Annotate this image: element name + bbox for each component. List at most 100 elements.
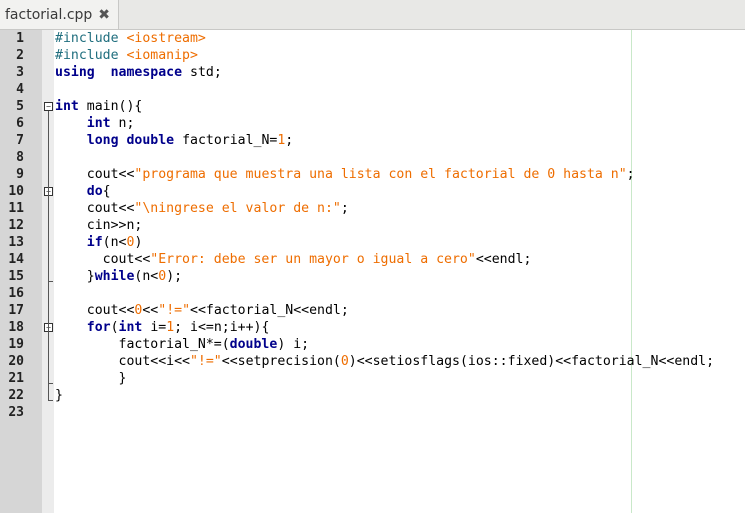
code-line[interactable]: 3 using namespace std; <box>0 64 745 81</box>
code-text[interactable]: int n; <box>55 115 135 132</box>
code-line[interactable]: 9 cout<<"programa que muestra una lista … <box>0 166 745 183</box>
code-token: cout<< <box>55 167 135 182</box>
code-text[interactable]: } <box>55 387 63 404</box>
code-line[interactable]: 2 #include <iomanip> <box>0 47 745 64</box>
code-text[interactable]: factorial_N*=(double) i; <box>55 336 310 353</box>
string-token: "Error: debe ser un mayor o igual a cero… <box>150 252 476 267</box>
fold-toggle-icon[interactable]: − <box>44 187 53 196</box>
string-token: "\ningrese el valor de n:" <box>134 201 341 216</box>
code-text[interactable]: for(int i=1; i<=n;i++){ <box>55 319 270 336</box>
code-text[interactable]: #include <iostream> <box>55 30 206 47</box>
code-token: main(){ <box>78 99 143 114</box>
tab-factorial-cpp[interactable]: factorial.cpp ✖ <box>0 0 119 29</box>
code-text[interactable]: int main(){ <box>55 98 142 115</box>
literal-token: 0 <box>158 269 167 284</box>
line-number: 12 <box>8 218 24 233</box>
code-token: )<<setiosflags(ios::fixed)<<factorial_N<… <box>348 354 715 369</box>
code-line[interactable]: 23 <box>0 404 745 421</box>
code-token: ; <box>340 201 349 216</box>
code-token: cout<< <box>55 201 135 216</box>
line-number: 18 <box>8 320 24 335</box>
code-text[interactable]: cin>>n; <box>55 217 143 234</box>
code-text[interactable]: cout<<i<<"!="<<setprecision(0)<<setiosfl… <box>55 353 715 370</box>
code-text[interactable]: cout<<0<<"!="<<factorial_N<<endl; <box>55 302 349 319</box>
tab-title[interactable]: factorial.cpp <box>5 7 92 23</box>
code-text[interactable]: #include <iomanip> <box>55 47 198 64</box>
line-number: 2 <box>16 48 24 63</box>
code-line[interactable]: 5 int main(){ <box>0 98 745 115</box>
keyword-token: double <box>126 133 175 148</box>
keyword-token: while <box>94 269 135 284</box>
keyword-token: if <box>86 235 103 250</box>
line-number: 7 <box>16 133 24 148</box>
code-line[interactable]: 18 for(int i=1; i<=n;i++){ <box>0 319 745 336</box>
code-token: n; <box>110 116 135 131</box>
code-text[interactable]: } <box>55 370 127 387</box>
code-token: <<factorial_N<<endl; <box>190 303 349 318</box>
close-icon[interactable]: ✖ <box>98 7 110 23</box>
code-line[interactable]: 7 long double factorial_N=1; <box>0 132 745 149</box>
code-line[interactable]: 1 #include <iostream> <box>0 30 745 47</box>
code-line[interactable]: 21 } <box>0 370 745 387</box>
line-number: 13 <box>8 235 24 250</box>
line-number: 22 <box>8 388 24 403</box>
keyword-token: for <box>86 320 111 335</box>
code-editor[interactable]: 1 #include <iostream> 2 #include <iomanip> 3… <box>0 30 745 513</box>
code-text[interactable]: do{ <box>55 183 111 200</box>
code-line[interactable]: 16 <box>0 285 745 302</box>
line-number: 19 <box>8 337 24 352</box>
line-number: 9 <box>16 167 24 182</box>
code-text[interactable]: cout<<"\ningrese el valor de n:"; <box>55 200 349 217</box>
code-line[interactable]: 15 }while(n<0); <box>0 268 745 285</box>
line-number: 21 <box>8 371 24 386</box>
code-line[interactable]: 8 <box>0 149 745 166</box>
keyword-token: do <box>86 184 103 199</box>
line-number: 17 <box>8 303 24 318</box>
code-text[interactable]: cout<<"Error: debe ser un mayor o igual … <box>55 251 532 268</box>
code-line[interactable]: 13 if(n<0) <box>0 234 745 251</box>
line-number: 3 <box>16 65 24 80</box>
line-number: 15 <box>8 269 24 284</box>
code-token: std; <box>182 65 222 80</box>
code-line[interactable]: 14 cout<<"Error: debe ser un mayor o igu… <box>0 251 745 268</box>
code-line[interactable]: 12 cin>>n; <box>0 217 745 234</box>
fold-toggle-icon[interactable]: − <box>44 102 53 111</box>
literal-token: <iostream> <box>126 31 206 46</box>
code-text[interactable]: using namespace std; <box>55 64 222 81</box>
code-line[interactable]: 22} <box>0 387 745 404</box>
code-line[interactable]: 4 <box>0 81 745 98</box>
string-token: "!=" <box>158 303 191 318</box>
code-text[interactable]: if(n<0) <box>55 234 143 251</box>
code-text[interactable]: }while(n<0); <box>55 268 182 285</box>
code-line[interactable]: 10 do{ <box>0 183 745 200</box>
code-line[interactable]: 20 cout<<i<<"!="<<setprecision(0)<<setio… <box>0 353 745 370</box>
preprocessor-token: #include <box>55 31 127 46</box>
line-number: 10 <box>8 184 24 199</box>
code-line[interactable]: 11 cout<<"\ningrese el valor de n:"; <box>0 200 745 217</box>
code-token: ) <box>134 235 143 250</box>
keyword-token: int <box>118 320 143 335</box>
code-token: <<endl; <box>475 252 532 267</box>
code-token: (n< <box>134 269 159 284</box>
keyword-token: namespace <box>110 65 183 80</box>
code-token: i= <box>142 320 167 335</box>
keyword-token: double <box>229 337 278 352</box>
code-token: { <box>102 184 111 199</box>
code-token: ) i; <box>277 337 310 352</box>
code-text[interactable]: long double factorial_N=1; <box>55 132 293 149</box>
code-line[interactable]: 6 int n; <box>0 115 745 132</box>
code-token: << <box>142 303 159 318</box>
code-text[interactable]: cout<<"programa que muestra una lista co… <box>55 166 635 183</box>
code-line[interactable]: 19 factorial_N*=(double) i; <box>0 336 745 353</box>
code-token: cout<<i<< <box>55 354 190 369</box>
code-token: ; i<=n;i++){ <box>174 320 270 335</box>
keyword-token: int <box>55 99 79 114</box>
keyword-token: long <box>86 133 119 148</box>
code-line[interactable]: 17 cout<<0<<"!="<<factorial_N<<endl; <box>0 302 745 319</box>
fold-toggle-icon[interactable]: − <box>44 323 53 332</box>
code-token: } <box>55 371 127 386</box>
